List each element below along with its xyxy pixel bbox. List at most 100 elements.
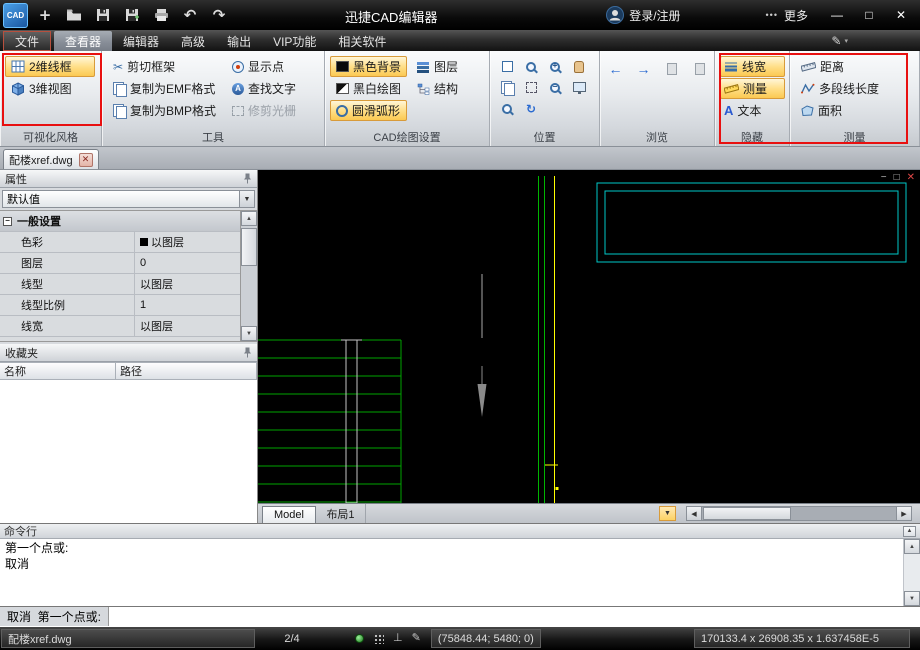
scissors-icon: ✂ [113,59,124,74]
drawing-minimize-icon[interactable]: − [881,173,887,183]
property-section-row[interactable]: − 一般设置 [0,211,240,232]
layers-button[interactable]: 图层 [411,56,464,77]
horizontal-scrollbar[interactable]: ◀ ▶ [686,506,912,521]
up-arrow-icon: ▲ [909,543,915,550]
menu-viewer[interactable]: 查看器 [54,31,113,51]
ortho-toggle-icon[interactable]: ⊥ [393,633,403,644]
preset-row: 默认值 ▼ [0,188,257,210]
property-value[interactable]: 以图层 [135,318,240,334]
scroll-right-button[interactable]: ▶ [896,506,912,521]
clip-frame-button[interactable]: ✂ 剪切框架 [107,56,222,77]
dropdown-button[interactable]: ▼ [239,191,254,207]
more-button[interactable]: ••• 更多 [766,7,808,24]
grid-toggle-icon[interactable] [373,633,384,644]
command-input[interactable] [109,607,920,626]
drawing-close-icon[interactable]: ✕ [907,173,915,183]
forward-button[interactable]: → [633,58,654,79]
zoom-out-button[interactable] [543,77,567,98]
properties-scrollbar[interactable]: ▲ ▼ [240,211,257,341]
pin-icon[interactable] [243,347,252,358]
find-text-button[interactable]: A 查找文字 [226,78,302,99]
save-as-button[interactable] [120,3,144,27]
wireframe-2d-button[interactable]: 2维线框 [5,56,95,77]
property-value[interactable]: 以图层 [135,234,240,250]
zoom-extents-button[interactable] [567,77,591,98]
collapse-icon[interactable]: − [3,216,12,226]
layout-dropdown-button[interactable]: ▼ [659,506,676,521]
document-tab[interactable]: 配楼xref.dwg ✕ [3,149,99,169]
toggle-measure-button[interactable]: 测量 [720,78,785,99]
trim-raster-button[interactable]: 修剪光栅 [226,100,302,121]
scroll-up-button[interactable]: ▲ [904,539,920,554]
annotate-pen-button[interactable]: ✎ ▾ [831,30,848,51]
maximize-button[interactable]: □ [856,0,882,30]
collapse-button[interactable]: ▲ [903,525,916,537]
next-view-button[interactable] [689,58,710,79]
previous-view-button[interactable] [661,58,682,79]
structure-button[interactable]: 结构 [411,78,464,99]
menu-file[interactable]: 文件 [3,31,52,51]
command-scrollbar[interactable]: ▲ ▼ [903,539,920,606]
preset-dropdown[interactable]: 默认值 ▼ [2,190,255,208]
bw-drawing-button[interactable]: 黑白绘图 [330,78,407,99]
pen-mode-icon[interactable]: ✎ [412,633,421,644]
cad-canvas[interactable] [258,170,920,503]
measure-area-button[interactable]: 面积 [795,100,915,121]
scroll-track[interactable] [904,554,920,591]
scroll-thumb[interactable] [703,507,791,520]
scroll-up-button[interactable]: ▲ [241,211,257,226]
section-label: 一般设置 [17,216,61,228]
property-value[interactable]: 1 [135,299,240,311]
back-button[interactable]: ← [605,58,626,79]
menu-related-software[interactable]: 相关软件 [327,31,397,51]
regen-button[interactable]: ↻ [519,98,543,119]
print-button[interactable] [149,3,173,27]
scroll-track[interactable] [241,226,257,326]
menu-editor[interactable]: 编辑器 [112,31,170,51]
zoom-object-button[interactable] [519,56,543,77]
tab-layout1[interactable]: 布局1 [316,504,366,523]
minimize-button[interactable]: — [824,0,850,30]
smooth-arc-button[interactable]: 圆滑弧形 [330,100,408,121]
show-points-button[interactable]: 显示点 [226,56,302,77]
zoom-scale-button[interactable] [495,98,519,119]
zoom-in-button[interactable] [543,56,567,77]
scroll-down-button[interactable]: ▼ [904,591,920,606]
scroll-thumb[interactable] [241,228,257,266]
measure-polyline-button[interactable]: 多段线长度 [795,78,915,99]
save-button[interactable] [91,3,115,27]
zoom-area-button[interactable] [519,77,543,98]
copy-bmp-button[interactable]: 复制为BMP格式 [107,100,222,121]
copy-emf-button[interactable]: 复制为EMF格式 [107,78,222,99]
scroll-left-button[interactable]: ◀ [686,506,702,521]
scroll-down-button[interactable]: ▼ [241,326,257,341]
toggle-lineweight-button[interactable]: 线宽 [720,56,785,77]
pin-icon[interactable] [243,173,252,184]
login-button[interactable]: 登录/注册 [606,6,681,24]
black-background-button[interactable]: 黑色背景 [330,56,408,77]
pan-button[interactable] [567,56,591,77]
menu-vip[interactable]: VIP功能 [262,31,327,51]
zoom-window-button[interactable] [495,56,519,77]
view-3d-button[interactable]: 3维视图 [5,78,95,99]
tab-close-icon[interactable]: ✕ [78,152,93,167]
column-header-path[interactable]: 路径 [116,362,257,380]
menu-output[interactable]: 输出 [216,31,262,51]
tab-model[interactable]: Model [262,506,316,523]
drawing-restore-icon[interactable]: □ [894,173,900,183]
favorites-list[interactable] [0,380,257,523]
column-header-name[interactable]: 名称 [0,362,116,380]
toggle-text-button[interactable]: A 文本 [720,100,785,121]
property-value[interactable]: 以图层 [135,276,240,292]
redo-button[interactable]: ↷ [207,3,231,27]
scroll-track[interactable] [702,506,896,521]
menu-advanced[interactable]: 高级 [170,31,216,51]
new-file-button[interactable]: + [33,3,57,27]
snap-indicator-icon[interactable] [355,634,364,643]
close-button[interactable]: ✕ [888,0,914,30]
property-value[interactable]: 0 [135,257,240,269]
undo-button[interactable]: ↶ [178,3,202,27]
open-file-button[interactable] [62,3,86,27]
measure-distance-button[interactable]: 距离 [795,56,915,77]
copy-view-button[interactable] [495,77,519,98]
